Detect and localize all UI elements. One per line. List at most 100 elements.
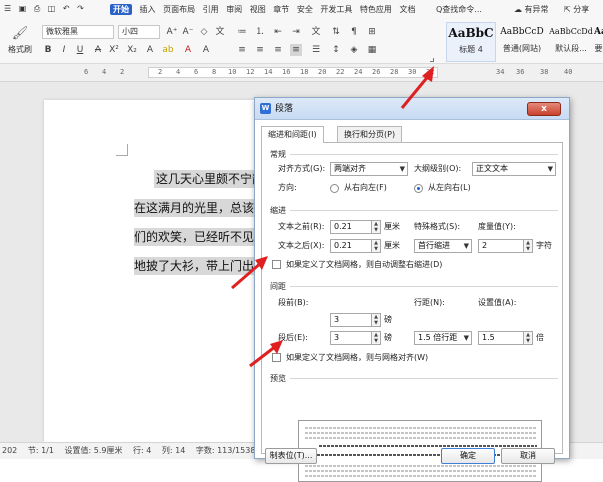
save-icon[interactable]: ▣: [19, 4, 27, 13]
font-name-select[interactable]: 微软雅黑: [42, 25, 114, 39]
space-after-spinner[interactable]: ▲ ▼: [372, 331, 381, 345]
menu-start[interactable]: 开始: [110, 4, 132, 15]
style-more[interactable]: AaBb 要: [594, 22, 603, 62]
document-line[interactable]: 地披了大衫，带上门出去: [134, 257, 254, 275]
align-left-icon[interactable]: ≡: [236, 44, 248, 56]
ok-button[interactable]: 确定: [441, 448, 495, 464]
italic-icon[interactable]: I: [58, 44, 70, 56]
menu-review[interactable]: 审阅: [226, 4, 242, 15]
font-size-select[interactable]: 小四: [118, 25, 160, 39]
style-default-paragraph[interactable]: AaBbCcDd 默认段...: [548, 22, 594, 62]
status-setting[interactable]: 设置值: 5.9厘米: [65, 446, 123, 455]
ltr-radio[interactable]: [414, 184, 423, 193]
tab-stops-button[interactable]: 制表位(T)...: [265, 448, 317, 464]
subscript-icon[interactable]: X₂: [126, 44, 138, 56]
search-command[interactable]: Q查找命令...: [436, 4, 482, 15]
indent-before-input[interactable]: 0.21: [330, 220, 372, 234]
spacing-setting-spinner[interactable]: ▲ ▼: [524, 331, 533, 345]
align-center-icon[interactable]: ≡: [254, 44, 266, 56]
grow-font-icon[interactable]: A⁺: [166, 26, 178, 38]
status-words[interactable]: 字数: 113/1538: [196, 446, 256, 455]
status-col[interactable]: 列: 14: [162, 446, 185, 455]
indent-after-unit[interactable]: 厘米: [384, 239, 400, 253]
search-input[interactable]: Q查找命令...: [436, 5, 482, 14]
menu-page-layout[interactable]: 页面布局: [163, 4, 195, 15]
print-icon[interactable]: ⎙: [34, 4, 40, 14]
menu-section[interactable]: 章节: [273, 4, 289, 15]
align-justify-icon[interactable]: ≡: [290, 44, 302, 56]
space-before-unit[interactable]: 磅: [384, 313, 392, 327]
bold-icon[interactable]: B: [42, 44, 54, 56]
redo-icon[interactable]: ↷: [77, 4, 84, 13]
measure-input[interactable]: 2: [478, 239, 524, 253]
status-row[interactable]: 行: 4: [133, 446, 151, 455]
spacing-grid-checkbox[interactable]: [272, 353, 281, 362]
menu-insert[interactable]: 插入: [140, 4, 156, 15]
document-line[interactable]: 这几天心里颇不宁静: [154, 170, 254, 188]
numbered-list-icon[interactable]: ⒈: [254, 26, 266, 38]
border-icon[interactable]: ▦: [366, 44, 378, 56]
space-before-spinner[interactable]: ▲ ▼: [372, 313, 381, 327]
status-section[interactable]: 节: 1/1: [28, 446, 54, 455]
increase-indent-icon[interactable]: ⇥: [290, 26, 302, 38]
phonetic-icon[interactable]: 文: [214, 26, 226, 38]
line-spacing-icon[interactable]: ↕: [330, 44, 342, 56]
measure-unit[interactable]: 字符: [536, 239, 552, 253]
decrease-indent-icon[interactable]: ⇤: [272, 26, 284, 38]
indent-before-unit[interactable]: 厘米: [384, 220, 400, 234]
indent-after-input[interactable]: 0.21: [330, 239, 372, 253]
menu-icon[interactable]: ☰: [4, 4, 11, 13]
tab-line-page-breaks[interactable]: 换行和分页(P): [337, 126, 403, 142]
char-border-icon[interactable]: A: [200, 44, 212, 56]
menu-special-apps[interactable]: 特色应用: [360, 4, 392, 15]
style-heading4[interactable]: AaBbC 标题 4: [446, 22, 496, 62]
measure-spinner[interactable]: ▲ ▼: [524, 239, 533, 253]
special-format-select[interactable]: 首行缩进 ▼: [414, 239, 472, 253]
cancel-button[interactable]: 取消: [501, 448, 555, 464]
font-color-icon[interactable]: A: [182, 44, 194, 56]
undo-icon[interactable]: ↶: [63, 4, 70, 13]
highlight-icon[interactable]: ab: [162, 44, 174, 56]
table-icon[interactable]: ⊞: [366, 26, 378, 38]
sort-icon[interactable]: ⇅: [330, 26, 342, 38]
spacing-setting-input[interactable]: 1.5: [478, 331, 524, 345]
bullet-list-icon[interactable]: ≔: [236, 26, 248, 38]
show-marks-icon[interactable]: ¶: [348, 26, 360, 38]
indent-grid-checkbox[interactable]: [272, 260, 281, 269]
paragraph-launcher-icon[interactable]: [430, 58, 434, 62]
preview-icon[interactable]: ◫: [48, 4, 56, 13]
share-button[interactable]: ⇱ 分享: [564, 4, 589, 15]
space-after-input[interactable]: 3: [330, 331, 372, 345]
close-button[interactable]: x: [527, 102, 561, 116]
tab-indent-spacing[interactable]: 缩进和间距(I): [261, 126, 324, 143]
align-right-icon[interactable]: ≡: [272, 44, 284, 56]
menu-view[interactable]: 视图: [250, 4, 266, 15]
outline-level-select[interactable]: 正文文本 ▼: [472, 162, 556, 176]
menu-reference[interactable]: 引用: [203, 4, 219, 15]
clear-format-icon[interactable]: ◇: [198, 26, 210, 38]
menu-doc[interactable]: 文档: [399, 4, 415, 15]
alignment-select[interactable]: 两端对齐 ▼: [330, 162, 408, 176]
superscript-icon[interactable]: X²: [108, 44, 120, 56]
strikethrough-icon[interactable]: A: [92, 44, 104, 56]
horizontal-ruler[interactable]: 6 4 2 2 4 6 8 10 12 14 16 18 20 22 24 26…: [0, 64, 603, 82]
indent-after-spinner[interactable]: ▲ ▼: [372, 239, 381, 253]
format-painter-button[interactable]: 🖌 格式刷: [8, 24, 32, 60]
space-after-unit[interactable]: 磅: [384, 331, 392, 345]
document-line[interactable]: 在这满月的光里，总该另: [134, 199, 254, 217]
menu-security[interactable]: 安全: [297, 4, 313, 15]
shrink-font-icon[interactable]: A⁻: [182, 26, 194, 38]
sync-status[interactable]: ☁ 有异常: [514, 4, 549, 15]
dialog-title-bar[interactable]: W 段落 x: [255, 98, 569, 120]
style-normal-web[interactable]: AaBbCcD 普通(网站): [498, 22, 546, 62]
underline-icon[interactable]: U: [74, 44, 86, 56]
text-effect-icon[interactable]: A: [144, 44, 156, 56]
line-spacing-select[interactable]: 1.5 倍行距 ▼: [414, 331, 472, 345]
menu-developer[interactable]: 开发工具: [320, 4, 352, 15]
indent-before-spinner[interactable]: ▲ ▼: [372, 220, 381, 234]
document-line[interactable]: 们的欢笑，已经听不见了: [134, 228, 254, 246]
status-page[interactable]: 202: [2, 446, 17, 455]
distributed-icon[interactable]: ☰: [310, 44, 322, 56]
shading-icon[interactable]: ◈: [348, 44, 360, 56]
space-before-input[interactable]: 3: [330, 313, 372, 327]
